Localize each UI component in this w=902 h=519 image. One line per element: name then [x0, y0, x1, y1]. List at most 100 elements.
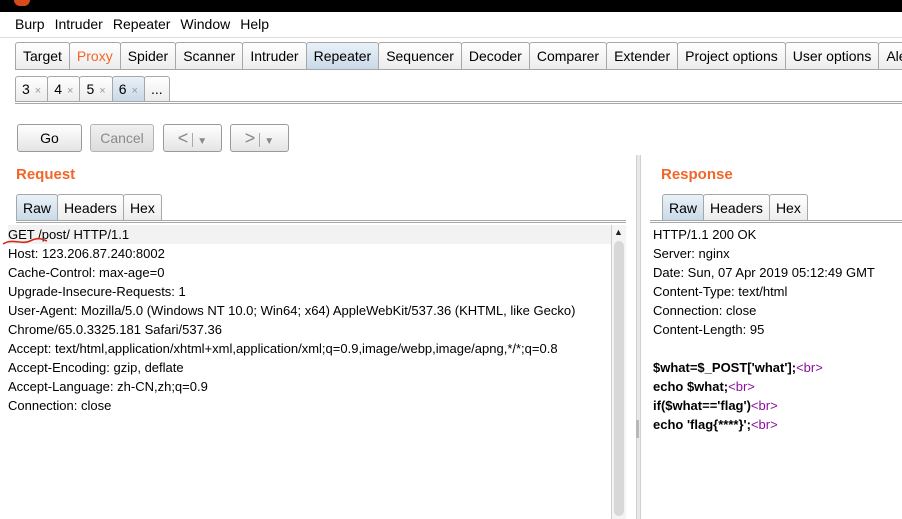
tab-sequencer[interactable]: Sequencer — [378, 42, 462, 69]
response-tab-hex[interactable]: Hex — [768, 194, 808, 221]
scroll-up-icon[interactable]: ▲ — [612, 225, 625, 239]
response-line: Connection: close — [653, 303, 757, 318]
request-view-tabs: Raw Headers Hex — [16, 194, 162, 221]
response-tab-headers[interactable]: Headers — [703, 194, 770, 221]
menu-burp[interactable]: Burp — [10, 16, 50, 32]
response-tabs-divider — [650, 220, 902, 221]
request-line: User-Agent: Mozilla/5.0 (Windows NT 10.0… — [8, 303, 576, 318]
tab-scanner[interactable]: Scanner — [175, 42, 244, 69]
request-line: GET /post/ HTTP/1.1 — [8, 225, 611, 244]
request-scrollbar[interactable]: ▲ — [611, 225, 626, 519]
close-icon[interactable]: × — [132, 85, 138, 97]
response-line: Date: Sun, 07 Apr 2019 05:12:49 GMT — [653, 265, 875, 280]
menu-intruder[interactable]: Intruder — [50, 16, 108, 32]
request-editor[interactable]: GET /post/ HTTP/1.1 Host: 123.206.87.240… — [8, 225, 611, 415]
request-line: Cache-Control: max-age=0 — [8, 265, 165, 280]
button-separator — [192, 133, 194, 148]
menu-bar: Burp Intruder Repeater Window Help — [0, 12, 902, 38]
scroll-thumb[interactable] — [614, 241, 624, 516]
response-line: Content-Type: text/html — [653, 284, 788, 299]
split-pane-divider[interactable] — [636, 155, 641, 519]
html-br-tag: <br> — [728, 379, 755, 394]
request-tab-raw[interactable]: Raw — [16, 194, 59, 221]
response-title: Response — [661, 166, 733, 183]
burp-logo-icon — [14, 0, 30, 6]
response-line: Content-Length: 95 — [653, 322, 765, 337]
tab-extender[interactable]: Extender — [606, 42, 679, 69]
subtabs-divider — [15, 101, 902, 102]
response-tabs-divider-lower — [650, 222, 902, 223]
go-button[interactable]: Go — [17, 124, 82, 152]
tab-target[interactable]: Target — [15, 42, 70, 69]
request-line: Connection: close — [8, 398, 112, 413]
red-underline-annotation — [2, 237, 48, 245]
response-body-line: if($what=='flag')<br> — [653, 396, 902, 415]
menu-repeater[interactable]: Repeater — [108, 16, 176, 32]
menu-help[interactable]: Help — [235, 16, 274, 32]
php-code: echo $what; — [653, 379, 729, 394]
subtab-label: 5 — [86, 81, 95, 97]
subtab-4[interactable]: 4 × — [47, 76, 81, 101]
repeater-subtabs: 3 × 4 × 5 × 6 ×... — [15, 76, 170, 101]
response-body-line: echo 'flag{****}';<br> — [653, 415, 902, 434]
tab-comparer[interactable]: Comparer — [528, 42, 608, 69]
back-button[interactable]: < ▼ — [163, 124, 222, 152]
html-br-tag: <br> — [750, 398, 778, 413]
request-tab-headers[interactable]: Headers — [57, 194, 124, 221]
tab-repeater[interactable]: Repeater — [305, 42, 380, 69]
subtab-3[interactable]: 3 × — [15, 76, 49, 101]
tab-intruder[interactable]: Intruder — [242, 42, 307, 69]
html-br-tag: <br> — [750, 417, 778, 432]
forward-arrow-icon: > — [244, 128, 256, 148]
tab-project-options[interactable]: Project options — [677, 42, 786, 69]
tab-decoder[interactable]: Decoder — [460, 42, 530, 69]
back-dropdown-icon[interactable]: ▼ — [197, 136, 207, 147]
php-code: echo 'flag{****}'; — [653, 417, 751, 432]
back-arrow-icon: < — [177, 128, 189, 148]
response-editor[interactable]: HTTP/1.1 200 OK Server: nginx Date: Sun,… — [653, 225, 902, 434]
menu-window[interactable]: Window — [175, 16, 235, 32]
request-tabs-divider-lower — [16, 222, 626, 223]
php-code: $what=$_POST['what']; — [653, 360, 797, 375]
request-line: Upgrade-Insecure-Requests: 1 — [8, 284, 186, 299]
request-line: Accept-Encoding: gzip, deflate — [8, 360, 184, 375]
request-line: Accept-Language: zh-CN,zh;q=0.9 — [8, 379, 208, 394]
subtab-label: 3 — [22, 81, 30, 97]
request-line: Host: 123.206.87.240:8002 — [8, 246, 165, 261]
tab-user-options[interactable]: User options — [784, 42, 880, 69]
forward-button[interactable]: > ▼ — [230, 124, 289, 152]
split-pane-grip[interactable] — [636, 420, 639, 438]
main-tabs: Target Proxy Spider Scanner Intruder Repeater… — [15, 42, 902, 70]
response-view-tabs: Raw Headers Hex — [662, 194, 808, 221]
subtab-5[interactable]: 5 × — [79, 76, 113, 101]
button-separator — [259, 133, 261, 148]
tab-spider[interactable]: Spider — [119, 42, 177, 69]
tab-proxy[interactable]: Proxy — [68, 42, 121, 69]
request-tab-hex[interactable]: Hex — [122, 194, 162, 221]
php-code: if($what=='flag') — [653, 398, 751, 413]
response-body-line: $what=$_POST['what'];<br> — [653, 358, 902, 377]
subtabs-divider-lower — [15, 103, 902, 104]
request-line: Accept: text/html,application/xhtml+xml,… — [8, 341, 558, 356]
tab-alerts[interactable]: Alerts — [878, 42, 902, 69]
request-title: Request — [16, 166, 76, 183]
html-br-tag: <br> — [796, 360, 823, 375]
subtab-6[interactable]: 6 × — [111, 76, 145, 101]
response-line: HTTP/1.1 200 OK — [653, 227, 757, 242]
subtab-label: 6 — [118, 81, 127, 97]
request-tabs-divider — [16, 220, 626, 221]
subtab-new[interactable]: ... — [143, 76, 170, 101]
close-icon[interactable]: × — [67, 85, 73, 97]
response-body-line: echo $what;<br> — [653, 377, 902, 396]
response-line: Server: nginx — [653, 246, 730, 261]
cancel-button: Cancel — [90, 124, 154, 152]
forward-dropdown-icon[interactable]: ▼ — [264, 136, 274, 147]
window-titlebar — [0, 0, 902, 12]
tab-area: Target Proxy Spider Scanner Intruder Repeater… — [0, 38, 902, 104]
request-line: Chrome/65.0.3325.181 Safari/537.36 — [8, 322, 222, 337]
response-tab-raw[interactable]: Raw — [662, 194, 705, 221]
close-icon[interactable]: × — [99, 85, 105, 97]
main-tabs-divider — [15, 69, 902, 70]
subtab-label: 4 — [54, 81, 63, 97]
close-icon[interactable]: × — [35, 85, 41, 97]
